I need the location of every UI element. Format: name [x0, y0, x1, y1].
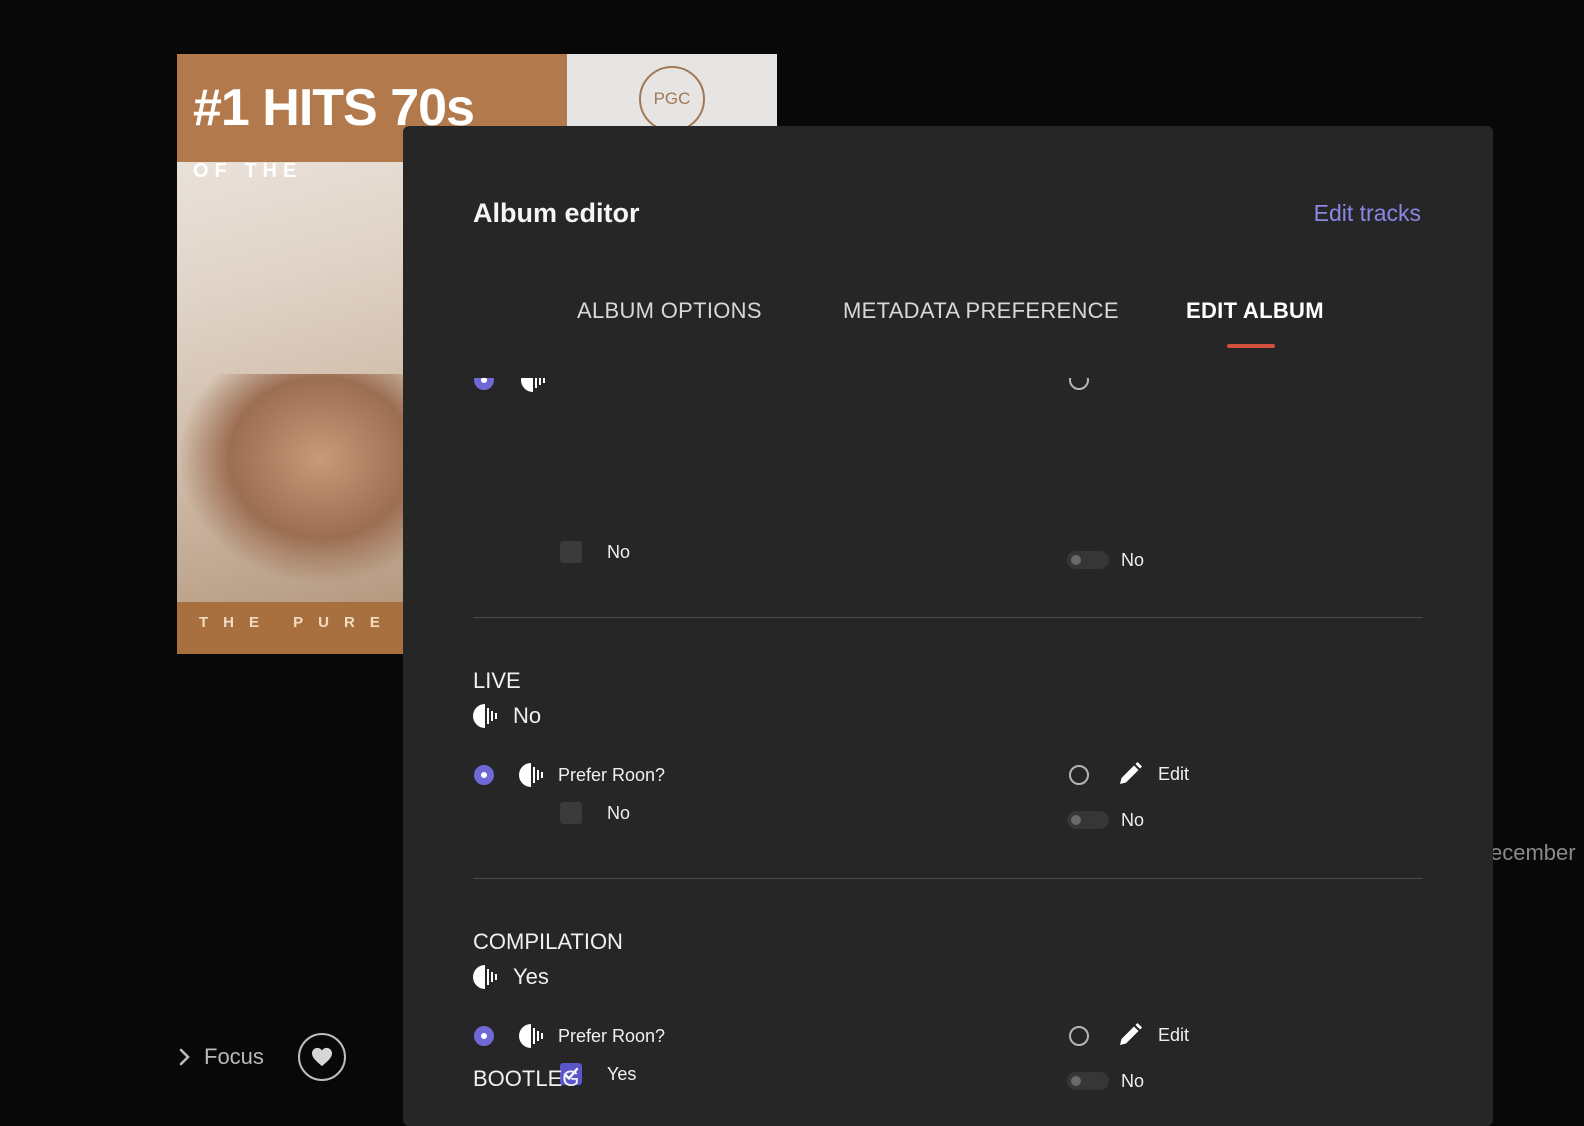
roon-value-checkbox[interactable]: [560, 541, 582, 563]
chevron-right-icon: [179, 1048, 190, 1066]
prefer-roon-radio[interactable]: [474, 1026, 494, 1046]
cover-logo: PGC: [639, 66, 705, 132]
favorite-button[interactable]: [298, 1033, 346, 1081]
tab-album-options[interactable]: ALBUM OPTIONS: [577, 298, 762, 324]
roon-icon: [519, 763, 543, 787]
edit-value-label: No: [1121, 550, 1145, 570]
section-current-value: Yes: [473, 963, 549, 991]
edit-radio[interactable]: [1069, 378, 1089, 390]
edit-radio[interactable]: [1069, 765, 1089, 785]
cover-tagline: THE PURE: [199, 614, 395, 631]
tab-metadata-preference[interactable]: METADATA PREFERENCE: [843, 298, 1119, 324]
edit-value-toggle[interactable]: [1067, 811, 1109, 829]
roon-value-label: No: [607, 542, 631, 562]
roon-value-label: No: [607, 803, 631, 823]
heart-icon: [312, 1047, 332, 1067]
roon-icon: [473, 965, 497, 989]
pencil-icon: [1120, 762, 1142, 784]
prefer-roon-radio[interactable]: [474, 378, 494, 390]
section-live: LIVE No Prefer Roon? No Edit No: [473, 668, 1423, 888]
edit-value-label: No: [1121, 810, 1145, 830]
active-tab-indicator: [1227, 344, 1275, 348]
section-title: LIVE: [473, 668, 521, 693]
tab-bar: ALBUM OPTIONS METADATA PREFERENCE EDIT A…: [403, 298, 1493, 348]
section-bootleg: BOOTLEG: [473, 1066, 1423, 1106]
pencil-icon: [1120, 1023, 1142, 1045]
modal-title: Album editor: [473, 198, 640, 228]
section-divider: [473, 617, 1423, 618]
edit-album-scroll-area[interactable]: No No LIVE No Prefer Roon? No Edit No CO…: [403, 378, 1493, 1126]
roon-icon: [473, 704, 497, 728]
section-title: BOOTLEG: [473, 1066, 580, 1091]
roon-icon: [521, 378, 545, 392]
date-text: ecember: [1490, 840, 1576, 865]
edit-label: Edit: [1158, 764, 1190, 784]
edit-value-toggle[interactable]: [1067, 551, 1109, 569]
tab-edit-album[interactable]: EDIT ALBUM: [1186, 298, 1324, 324]
album-editor-modal: Album editor Edit tracks ALBUM OPTIONS M…: [403, 126, 1493, 1126]
prefer-roon-label: Prefer Roon?: [558, 1026, 666, 1046]
edit-label: Edit: [1158, 1025, 1190, 1045]
focus-button[interactable]: Focus: [178, 1033, 264, 1081]
section-title: COMPILATION: [473, 929, 623, 954]
edit-tracks-link[interactable]: Edit tracks: [1314, 200, 1421, 227]
section-current-value: No: [473, 702, 541, 730]
edit-radio[interactable]: [1069, 1026, 1089, 1046]
focus-label: Focus: [204, 1044, 264, 1069]
section-divider: [473, 878, 1423, 879]
roon-value-checkbox[interactable]: [560, 802, 582, 824]
prefer-roon-radio[interactable]: [474, 765, 494, 785]
roon-icon: [519, 1024, 543, 1048]
prefer-roon-label: Prefer Roon?: [558, 765, 666, 785]
